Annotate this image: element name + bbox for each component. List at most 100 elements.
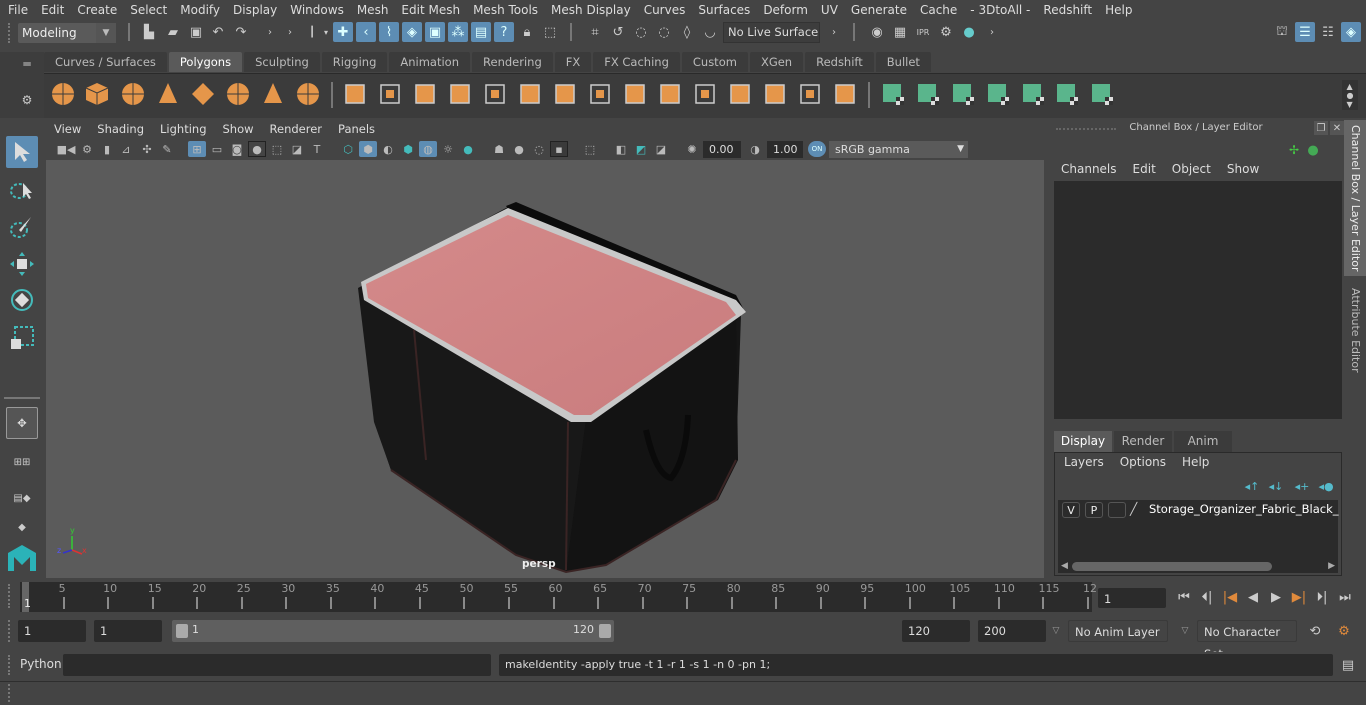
live-surface-field[interactable]: No Live Surface xyxy=(723,22,820,43)
layer-menu-layers[interactable]: Layers xyxy=(1064,455,1104,469)
field-chart-icon[interactable]: ⬚ xyxy=(268,141,286,157)
combine-icon[interactable] xyxy=(340,79,370,109)
animation-preferences-icon[interactable]: ⚙ xyxy=(1334,621,1354,641)
isolate-select-icon[interactable]: ⬚ xyxy=(581,141,599,157)
shelf-tab-bullet[interactable]: Bullet xyxy=(875,52,931,72)
drag-handle[interactable] xyxy=(8,584,11,608)
shelf-menu-icon[interactable]: ═ xyxy=(17,54,37,74)
modeling-toolkit-icon[interactable]: ⛫ xyxy=(1272,22,1292,42)
menu-redshift[interactable]: Redshift xyxy=(1043,3,1092,17)
collapse-arrow-icon[interactable]: › xyxy=(260,22,280,42)
2d-pan-zoom-icon[interactable]: ✣ xyxy=(138,141,156,157)
step-back-frame-icon[interactable]: |◀ xyxy=(1220,588,1240,606)
uv-transfer-icon[interactable] xyxy=(1018,79,1048,109)
image-plane-icon[interactable]: ⊿ xyxy=(117,141,135,157)
cylindrical-uv-icon[interactable] xyxy=(948,79,978,109)
layer-menu-help[interactable]: Help xyxy=(1182,455,1209,469)
cb-menu-object[interactable]: Object xyxy=(1172,162,1211,176)
menu-select[interactable]: Select xyxy=(130,3,167,17)
shelf-tab-fx-caching[interactable]: FX Caching xyxy=(593,52,680,72)
range-end-handle[interactable] xyxy=(599,624,611,638)
vp-menu-view[interactable]: View xyxy=(54,122,81,136)
snap-to-curve-icon[interactable]: ↺ xyxy=(608,22,628,42)
color-management-toggle-icon[interactable]: ON xyxy=(808,141,826,157)
textured-icon[interactable]: ◍ xyxy=(419,141,437,157)
poly-pipe-icon[interactable] xyxy=(293,79,323,109)
vp-menu-shading[interactable]: Shading xyxy=(97,122,144,136)
camera-icon[interactable]: ■◀ xyxy=(57,141,76,157)
select-tool-icon[interactable] xyxy=(6,136,38,168)
undo-icon[interactable]: ↶ xyxy=(208,22,228,42)
render-settings-icon[interactable]: ⚙ xyxy=(936,22,956,42)
scroll-left-icon[interactable]: ◀ xyxy=(1061,561,1068,571)
poly-cube-icon[interactable] xyxy=(82,79,112,109)
snap-view-plane-icon[interactable]: ▤ xyxy=(471,22,491,42)
side-tab-attribute-editor[interactable]: Attribute Editor xyxy=(1344,280,1366,380)
poly-torus-icon[interactable] xyxy=(223,79,253,109)
new-layer-selected-icon[interactable]: ◂● xyxy=(1316,476,1336,496)
bridge-icon[interactable] xyxy=(620,79,650,109)
float-panel-icon[interactable]: ❐ xyxy=(1314,121,1328,135)
playback-start-field[interactable]: 1 xyxy=(94,620,162,642)
grid-toggle-icon[interactable]: ⊞ xyxy=(188,141,206,157)
poly-plane-icon[interactable] xyxy=(188,79,218,109)
menu-cache[interactable]: Cache xyxy=(920,3,957,17)
attribute-editor-toggle-icon[interactable]: ☰ xyxy=(1295,22,1315,42)
hypershade-icon[interactable]: ● xyxy=(959,22,979,42)
perspective-viewport[interactable]: persp y x z xyxy=(46,160,1044,578)
snap-point-icon[interactable]: ⁂ xyxy=(448,22,468,42)
shelf-tab-animation[interactable]: Animation xyxy=(389,52,471,72)
mode-selector[interactable]: Modeling ▼ xyxy=(18,23,116,43)
lasso-tool-icon[interactable] xyxy=(6,174,38,206)
layer-tab-display[interactable]: Display xyxy=(1054,431,1112,452)
select-highlight-icon[interactable]: ⬚ xyxy=(540,22,560,42)
menu-edit-mesh[interactable]: Edit Mesh xyxy=(401,3,460,17)
help-icon[interactable]: ? xyxy=(494,22,514,42)
menu-generate[interactable]: Generate xyxy=(851,3,907,17)
planar-uv-icon[interactable] xyxy=(913,79,943,109)
gamma-field[interactable]: 1.00 xyxy=(767,141,803,158)
drag-handle[interactable] xyxy=(8,23,11,43)
grease-pencil-icon[interactable]: ✎ xyxy=(158,141,176,157)
exposure-icon[interactable]: ✺ xyxy=(683,141,701,157)
snap-grid-icon[interactable]: ◈ xyxy=(402,22,422,42)
close-panel-icon[interactable]: ✕ xyxy=(1330,121,1344,135)
automatic-uv-icon[interactable] xyxy=(878,79,908,109)
layer-tab-render[interactable]: Render xyxy=(1114,431,1172,452)
shelf-tab-fx[interactable]: FX xyxy=(554,52,592,72)
menu-curves[interactable]: Curves xyxy=(644,3,686,17)
menu-mesh-tools[interactable]: Mesh Tools xyxy=(473,3,538,17)
motion-blur-icon[interactable]: ● xyxy=(510,141,528,157)
use-lights-icon[interactable]: ☼ xyxy=(439,141,457,157)
new-scene-icon[interactable]: ▙ xyxy=(139,22,159,42)
shelf-tab-xgen[interactable]: XGen xyxy=(749,52,804,72)
redo-icon[interactable]: ↷ xyxy=(231,22,251,42)
shelf-settings-gear-icon[interactable]: ⚙ xyxy=(17,90,37,110)
script-editor-icon[interactable]: ▤ xyxy=(1338,655,1358,675)
character-set-field[interactable]: No Character Set xyxy=(1197,620,1297,661)
go-to-end-icon[interactable]: ⏭ xyxy=(1335,588,1355,606)
layer-name[interactable]: Storage_Organizer_Fabric_Black_Ope xyxy=(1149,502,1339,516)
menu-surfaces[interactable]: Surfaces xyxy=(698,3,750,17)
multi-cut-icon[interactable] xyxy=(550,79,580,109)
channel-box-toggle-icon[interactable]: ◈ xyxy=(1341,22,1361,42)
playback-end-field[interactable]: 120 xyxy=(902,620,970,642)
wireframe-on-shaded-icon[interactable]: ⬢ xyxy=(399,141,417,157)
anti-aliasing-icon[interactable]: ◌ xyxy=(530,141,548,157)
safe-title-icon[interactable]: T xyxy=(308,141,326,157)
cut-uv-icon[interactable] xyxy=(983,79,1013,109)
scale-tool-icon[interactable] xyxy=(6,322,38,354)
wireframe-icon[interactable]: ⬡ xyxy=(339,141,357,157)
select-by-component-icon[interactable]: ⌇ xyxy=(379,22,399,42)
layer-menu-options[interactable]: Options xyxy=(1120,455,1166,469)
ipr-render-icon[interactable]: IPR xyxy=(913,22,933,42)
xray-joints-icon[interactable]: ◪ xyxy=(652,141,670,157)
collapse-arrow-icon[interactable]: › xyxy=(280,22,300,42)
shelf-tab-redshift[interactable]: Redshift xyxy=(805,52,874,72)
drag-handle[interactable] xyxy=(8,620,11,642)
default-material-icon[interactable]: ◐ xyxy=(379,141,397,157)
vp-menu-show[interactable]: Show xyxy=(223,122,254,136)
scroll-right-icon[interactable]: ▶ xyxy=(1328,561,1335,571)
move-tool-icon[interactable] xyxy=(6,248,38,280)
shelf-tab-curves-surfaces[interactable]: Curves / Surfaces xyxy=(44,52,167,72)
